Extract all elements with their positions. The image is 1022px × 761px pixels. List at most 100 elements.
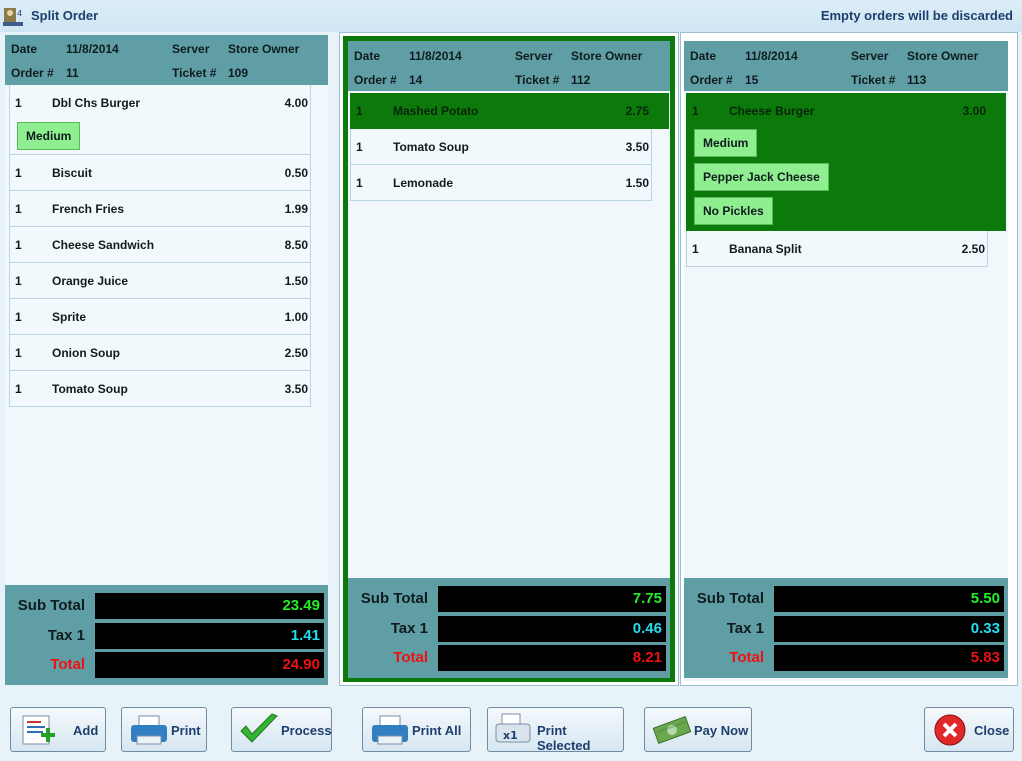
list-item-selected[interactable]: 1 Mashed Potato 2.75	[350, 93, 669, 129]
tax-label: Tax 1	[47, 627, 85, 644]
item-qty: 1	[692, 104, 699, 118]
list-item[interactable]: 1 Tomato Soup 3.50	[350, 129, 652, 165]
list-item[interactable]: 1 French Fries 1.99	[9, 191, 311, 227]
print-all-label: Print All	[412, 723, 462, 738]
item-qty: 1	[15, 274, 22, 288]
date-label: Date	[11, 42, 38, 56]
order-label: Order #	[11, 66, 54, 80]
date-label: Date	[354, 49, 381, 63]
item-name: Sprite	[52, 310, 87, 324]
total-label: Total	[729, 649, 764, 666]
totals-panel: Sub Total 7.75 Tax 1 0.46 Total 8.21	[348, 578, 670, 678]
close-label: Close	[974, 723, 1010, 738]
tax-value: 0.33	[774, 616, 1004, 642]
item-price: 2.50	[961, 242, 985, 256]
list-item[interactable]: 1 Lemonade 1.50	[350, 165, 652, 201]
window-title: Split Order	[31, 8, 99, 23]
item-name: Tomato Soup	[393, 140, 469, 154]
discard-note: Empty orders will be discarded	[820, 8, 1013, 23]
item-qty: 1	[15, 96, 22, 110]
item-price: 1.99	[284, 202, 308, 216]
item-qty: 1	[15, 166, 22, 180]
ticket-label: Ticket #	[172, 66, 217, 80]
money-icon	[652, 716, 692, 744]
item-name: Lemonade	[393, 176, 454, 190]
print-all-button[interactable]: Print All	[362, 707, 471, 752]
total-value: 8.21	[438, 645, 666, 671]
item-qty: 1	[356, 140, 363, 154]
subtotal-label: Sub Total	[696, 590, 764, 607]
close-button[interactable]: Close	[924, 707, 1014, 752]
subtotal-value: 7.75	[438, 586, 666, 612]
subtotal-label: Sub Total	[360, 590, 428, 607]
print-label: Print	[171, 723, 201, 738]
list-item[interactable]: 1 Tomato Soup 3.50	[9, 371, 311, 407]
item-qty: 1	[15, 346, 22, 360]
item-name: French Fries	[52, 202, 125, 216]
total-label: Total	[393, 649, 428, 666]
item-qty: 1	[692, 242, 699, 256]
date-value: 11/8/2014	[409, 49, 462, 63]
pay-now-label: Pay Now	[694, 723, 749, 738]
print-single-icon: x1	[495, 713, 531, 743]
item-qty: 1	[15, 310, 22, 324]
item-name: Tomato Soup	[52, 382, 128, 396]
server-label: Server	[851, 49, 889, 63]
item-price: 8.50	[284, 238, 308, 252]
item-qty: 1	[15, 238, 22, 252]
item-price: 2.50	[284, 346, 308, 360]
list-item[interactable]: 1 Orange Juice 1.50	[9, 263, 311, 299]
total-value: 5.83	[774, 645, 1004, 671]
tax-label: Tax 1	[390, 620, 428, 637]
add-document-icon	[22, 715, 55, 745]
ticket-header: Date 11/8/2014 Server Store Owner Order …	[5, 35, 328, 85]
print-selected-label: Print Selected	[537, 723, 591, 753]
title-bar: 4 Split Order Empty orders will be disca…	[0, 0, 1022, 32]
ticket-value: 113	[907, 73, 927, 87]
server-label: Server	[172, 42, 210, 56]
item-qty: 1	[356, 104, 363, 118]
item-price: 3.50	[625, 140, 649, 154]
svg-text:x1: x1	[503, 729, 518, 742]
process-label: Process	[281, 723, 332, 738]
process-button[interactable]: Process	[231, 707, 332, 752]
ticket-header: Date 11/8/2014 Server Store Owner Order …	[684, 41, 1008, 91]
list-item[interactable]: 1 Onion Soup 2.50	[9, 335, 311, 371]
ticket-value: 112	[571, 73, 591, 87]
printer-icon	[372, 715, 408, 745]
ticket-panel-1[interactable]: Date 11/8/2014 Server Store Owner Order …	[5, 35, 328, 685]
ticket-panel-2[interactable]: Date 11/8/2014 Server Store Owner Order …	[343, 36, 675, 682]
tax-value: 0.46	[438, 616, 666, 642]
modifier-button[interactable]: Medium	[694, 129, 758, 157]
item-price: 0.50	[284, 166, 308, 180]
list-item[interactable]: 1 Cheese Sandwich 8.50	[9, 227, 311, 263]
print-button[interactable]: Print	[121, 707, 207, 752]
modifier-button[interactable]: Medium	[17, 122, 81, 150]
list-item[interactable]: 1 Dbl Chs Burger 4.00 Medium	[9, 85, 311, 155]
item-price: 4.00	[284, 96, 308, 110]
print-selected-button[interactable]: x1 Print Selected	[487, 707, 624, 753]
item-price: 1.00	[284, 310, 308, 324]
item-name: Cheese Burger	[729, 104, 815, 118]
item-qty: 1	[356, 176, 363, 190]
modifier-button[interactable]: Pepper Jack Cheese	[694, 163, 829, 191]
server-value: Store Owner	[228, 42, 300, 56]
ticket-panel-3[interactable]: Date 11/8/2014 Server Store Owner Order …	[684, 41, 1008, 681]
pay-now-button[interactable]: Pay Now	[644, 707, 752, 752]
list-item[interactable]: 1 Sprite 1.00	[9, 299, 311, 335]
item-name: Cheese Sandwich	[52, 238, 155, 252]
add-button[interactable]: Add	[10, 707, 106, 752]
item-name: Banana Split	[729, 242, 802, 256]
list-item-selected[interactable]: 1 Cheese Burger 3.00 Medium Pepper Jack …	[686, 93, 1006, 231]
order-value: 14	[409, 73, 423, 87]
app-logo-icon: 4	[3, 8, 23, 26]
subtotal-value: 23.49	[95, 593, 324, 619]
modifier-button[interactable]: No Pickles	[694, 197, 773, 225]
order-label: Order #	[690, 73, 733, 87]
item-price: 2.75	[625, 104, 649, 118]
order-value: 15	[745, 73, 759, 87]
list-item[interactable]: 1 Biscuit 0.50	[9, 155, 311, 191]
list-item[interactable]: 1 Banana Split 2.50	[686, 231, 988, 267]
checkmark-icon	[240, 713, 278, 743]
item-qty: 1	[15, 202, 22, 216]
